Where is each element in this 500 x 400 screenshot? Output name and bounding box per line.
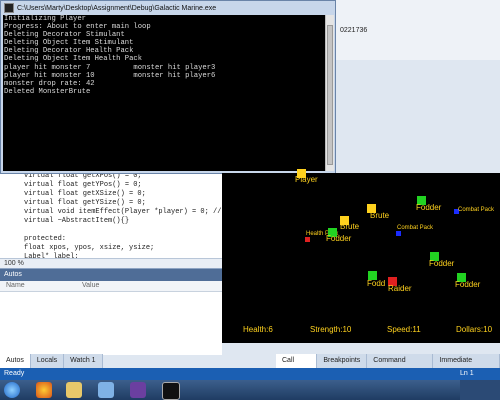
code-line: virtual ~AbstractItem(){} <box>24 217 130 225</box>
code-line: virtual float getYPos() = 0; <box>24 181 142 189</box>
console-line: Deleting Decorator Health Pack <box>4 47 134 56</box>
ide-number: 0221736 <box>340 27 368 34</box>
console-line: monster drop rate: 42 <box>4 79 95 88</box>
right-panel-tabs: Call Stack Breakpoints Command Window Im… <box>276 354 500 378</box>
tab-breakpoints[interactable]: Breakpoints <box>317 354 368 368</box>
tab-call-stack[interactable]: Call Stack <box>276 354 318 378</box>
visual-studio-icon[interactable] <box>130 382 146 398</box>
game-app-icon[interactable] <box>162 382 180 400</box>
game-window[interactable]: Player Fodder Combat Pack Brute Brute Combat … <box>222 169 500 343</box>
console-scrollbar[interactable] <box>325 15 334 171</box>
autos-title: Autos <box>0 269 222 281</box>
console-line: Progress: About to enter main loop <box>4 23 151 32</box>
hud-dollars: Dollars:10 <box>456 325 493 334</box>
game-object-label: Fodder <box>455 280 481 289</box>
console-title-bar[interactable]: C:\Users\Marty\Desktop\Assignment\Debug\… <box>1 1 335 15</box>
status-bar: Ready Ln 1 <box>0 368 500 380</box>
autos-panel: Autos Name Value <box>0 268 222 355</box>
hud-speed: Speed:11 <box>387 325 421 334</box>
game-object-label: Fodder <box>326 234 352 243</box>
left-panel-tabs: Autos Locals Watch 1 <box>0 354 103 368</box>
zoom-level[interactable]: 100 % <box>0 258 222 268</box>
console-line: player hit monster 10 monster hit player… <box>4 71 216 80</box>
code-line: protected: <box>24 235 67 243</box>
code-line: virtual float getYSize() = 0; <box>24 199 146 207</box>
tab-locals[interactable]: Locals <box>31 354 65 368</box>
tab-autos[interactable]: Autos <box>0 354 31 368</box>
scrollbar-thumb[interactable] <box>327 25 333 165</box>
col-value[interactable]: Value <box>76 281 99 291</box>
photos-icon[interactable] <box>98 382 114 398</box>
firefox-icon[interactable] <box>36 382 52 398</box>
status-text: Ready <box>4 370 25 377</box>
code-line: float xpos, ypos, xsize, ysize; <box>24 244 155 252</box>
game-object-label: Player <box>295 175 318 184</box>
tab-immediate-window[interactable]: Immediate Window <box>433 354 500 378</box>
status-line: Ln 1 <box>460 370 474 377</box>
code-lines: virtual float getXPos() = 0; virtual floa… <box>0 172 243 262</box>
explorer-folder-icon[interactable] <box>66 382 82 398</box>
hud-health: Health:6 <box>243 325 273 334</box>
ide-editor-area: 0221736 <box>336 0 500 60</box>
game-object-label: Brute <box>340 222 360 231</box>
game-object-label: Combat Pack <box>397 225 434 231</box>
console-app-icon <box>4 3 14 13</box>
start-orb-icon[interactable] <box>4 382 20 398</box>
console-line: Deleting Object Item Stimulant <box>4 39 134 48</box>
autos-columns: Name Value <box>0 281 222 292</box>
hud-strength: Strength:10 <box>310 325 352 334</box>
tab-command-window[interactable]: Command Window <box>367 354 434 378</box>
game-object-label: Brute <box>370 211 390 220</box>
console-line: Deleting Decorator Stimulant <box>4 31 125 40</box>
game-object-label: Fodder <box>416 203 442 212</box>
console-window[interactable]: C:\Users\Marty\Desktop\Assignment\Debug\… <box>0 0 336 174</box>
game-object-label: Combat Pack <box>458 207 495 213</box>
game-object-sprite <box>396 231 401 236</box>
col-name[interactable]: Name <box>0 281 76 291</box>
console-line: Deleting Object Item Health Pack <box>4 55 143 64</box>
game-object-sprite <box>305 237 310 242</box>
console-output: Initializing Player Progress: About to en… <box>3 15 325 171</box>
game-object-label: Fodder <box>429 259 455 268</box>
code-line: virtual void itemEffect(Player *player) … <box>24 208 243 216</box>
console-title: C:\Users\Marty\Desktop\Assignment\Debug\… <box>17 4 217 12</box>
console-line: Initializing Player <box>4 15 86 23</box>
code-line: virtual float getXSize() = 0; <box>24 190 146 198</box>
tab-watch-1[interactable]: Watch 1 <box>64 354 103 368</box>
game-object-label: Raider <box>388 284 412 293</box>
console-line: player hit monster 7 monster hit player3 <box>4 63 216 72</box>
game-object-label: Fodd <box>367 279 386 288</box>
console-line: Deleted MonsterBrute <box>4 87 91 96</box>
system-tray[interactable] <box>460 380 500 400</box>
